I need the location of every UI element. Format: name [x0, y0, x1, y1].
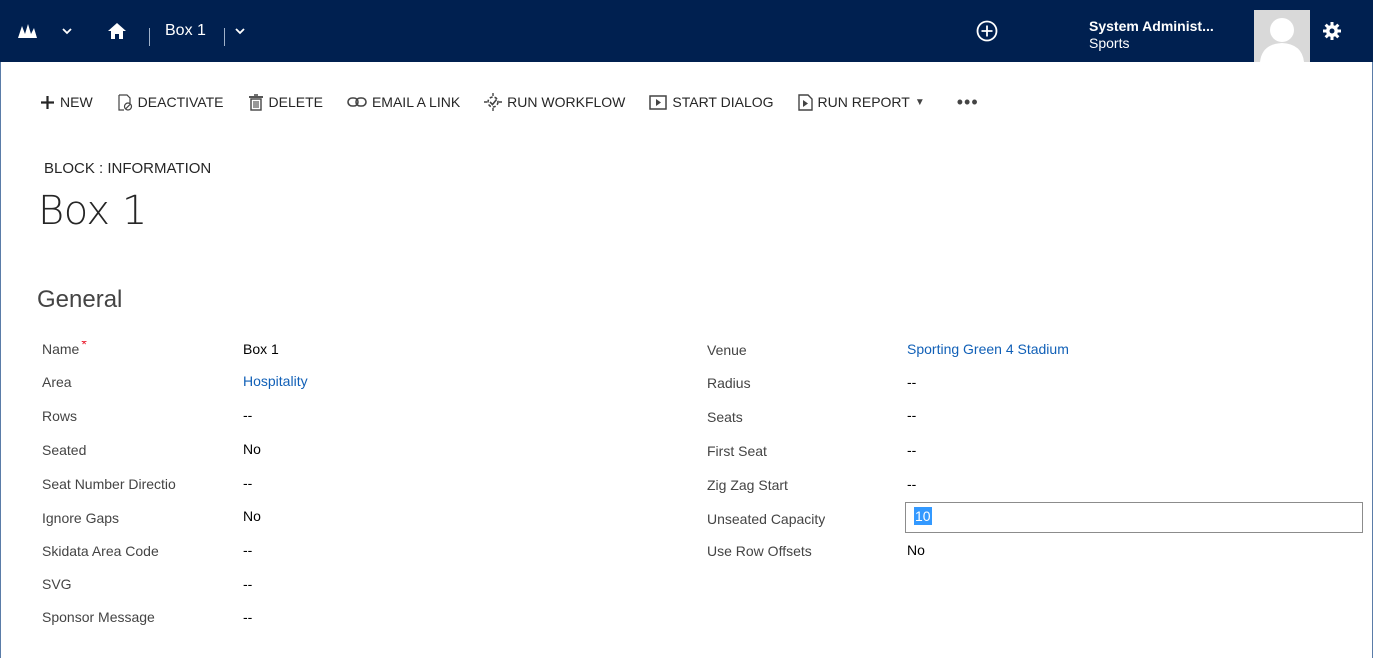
skidata-area-code-label: Skidata Area Code — [42, 543, 159, 559]
create-plus-icon[interactable] — [976, 0, 998, 62]
venue-label: Venue — [707, 342, 747, 358]
first-seat-value[interactable]: -- — [907, 442, 916, 458]
radius-label: Radius — [707, 375, 751, 391]
radius-value[interactable]: -- — [907, 374, 916, 390]
area-value-link[interactable]: Hospitality — [243, 373, 308, 389]
start-dialog-label: START DIALOG — [672, 94, 774, 110]
delete-label: DELETE — [268, 94, 323, 110]
sponsor-message-value[interactable]: -- — [243, 609, 252, 625]
run-report-label: RUN REPORT — [817, 94, 910, 110]
more-commands-icon[interactable]: ••• — [957, 92, 979, 113]
svg-label: SVG — [42, 576, 72, 592]
deactivate-label: DEACTIVATE — [137, 94, 224, 110]
user-name: System Administ... — [1089, 18, 1214, 34]
sponsor-message-label: Sponsor Message — [42, 609, 155, 625]
dialog-icon — [649, 94, 668, 110]
link-icon — [347, 97, 367, 107]
area-label: Area — [42, 374, 72, 390]
gear-icon[interactable] — [1323, 0, 1341, 62]
unseated-capacity-input[interactable]: 10 — [905, 502, 1363, 533]
ignore-gaps-value[interactable]: No — [243, 508, 261, 524]
run-workflow-label: RUN WORKFLOW — [507, 94, 626, 110]
plus-icon — [41, 95, 54, 109]
zig-zag-start-label: Zig Zag Start — [707, 477, 788, 493]
new-button[interactable]: NEW — [40, 94, 93, 110]
svg-value[interactable]: -- — [243, 576, 252, 592]
required-marker: * — [81, 341, 87, 352]
caret-down-icon: ▼ — [914, 96, 925, 108]
seat-number-direction-value[interactable]: -- — [243, 475, 252, 491]
unseated-capacity-selected-text: 10 — [914, 507, 932, 525]
venue-value-link[interactable]: Sporting Green 4 Stadium — [907, 341, 1069, 357]
new-label: NEW — [60, 94, 93, 110]
name-label: Name * — [42, 341, 87, 357]
command-bar: NEW DEACTIVATE DELETE EMAIL A LINK RUN W… — [40, 88, 1003, 116]
avatar[interactable] — [1254, 10, 1310, 62]
entity-label: BLOCK : INFORMATION — [44, 160, 212, 177]
section-title: General — [37, 286, 123, 313]
start-dialog-button[interactable]: START DIALOG — [649, 94, 774, 110]
seated-label: Seated — [42, 442, 87, 458]
run-report-button[interactable]: RUN REPORT ▼ — [797, 93, 925, 111]
email-link-label: EMAIL A LINK — [371, 94, 461, 110]
use-row-offsets-value[interactable]: No — [907, 542, 925, 558]
nav-divider — [149, 28, 150, 46]
zig-zag-start-value[interactable]: -- — [907, 476, 916, 492]
trash-icon — [248, 93, 263, 111]
seat-number-direction-label: Seat Number Directio — [42, 476, 176, 492]
name-value[interactable]: Box 1 — [243, 341, 279, 357]
user-info[interactable]: System Administ... Sports — [1089, 18, 1214, 52]
deactivate-button[interactable]: DEACTIVATE — [117, 93, 224, 111]
delete-button[interactable]: DELETE — [248, 93, 323, 111]
rows-label: Rows — [42, 408, 78, 424]
email-link-button[interactable]: EMAIL A LINK — [347, 94, 460, 110]
nav-divider — [224, 28, 225, 46]
skidata-area-code-value[interactable]: -- — [243, 542, 252, 558]
page-title: Box 1 — [38, 188, 147, 234]
chevron-down-icon[interactable] — [235, 0, 245, 62]
workflow-icon — [484, 93, 503, 111]
deactivate-icon — [118, 93, 132, 111]
use-row-offsets-label: Use Row Offsets — [707, 543, 812, 559]
user-org: Sports — [1089, 35, 1130, 51]
top-navbar: Box 1 System Administ... Sports — [0, 0, 1373, 62]
seated-value[interactable]: No — [243, 441, 261, 457]
run-workflow-button[interactable]: RUN WORKFLOW — [484, 93, 625, 111]
ignore-gaps-label: Ignore Gaps — [42, 510, 120, 526]
nav-record-title[interactable]: Box 1 — [165, 0, 206, 62]
home-icon[interactable] — [108, 0, 126, 62]
rows-value[interactable]: -- — [243, 407, 252, 423]
dynamics-logo-icon[interactable] — [18, 0, 40, 62]
unseated-capacity-label: Unseated Capacity — [707, 511, 826, 527]
report-icon — [797, 93, 813, 111]
first-seat-label: First Seat — [707, 443, 767, 459]
seats-label: Seats — [707, 409, 743, 425]
seats-value[interactable]: -- — [907, 407, 916, 423]
chevron-down-icon[interactable] — [62, 0, 72, 62]
